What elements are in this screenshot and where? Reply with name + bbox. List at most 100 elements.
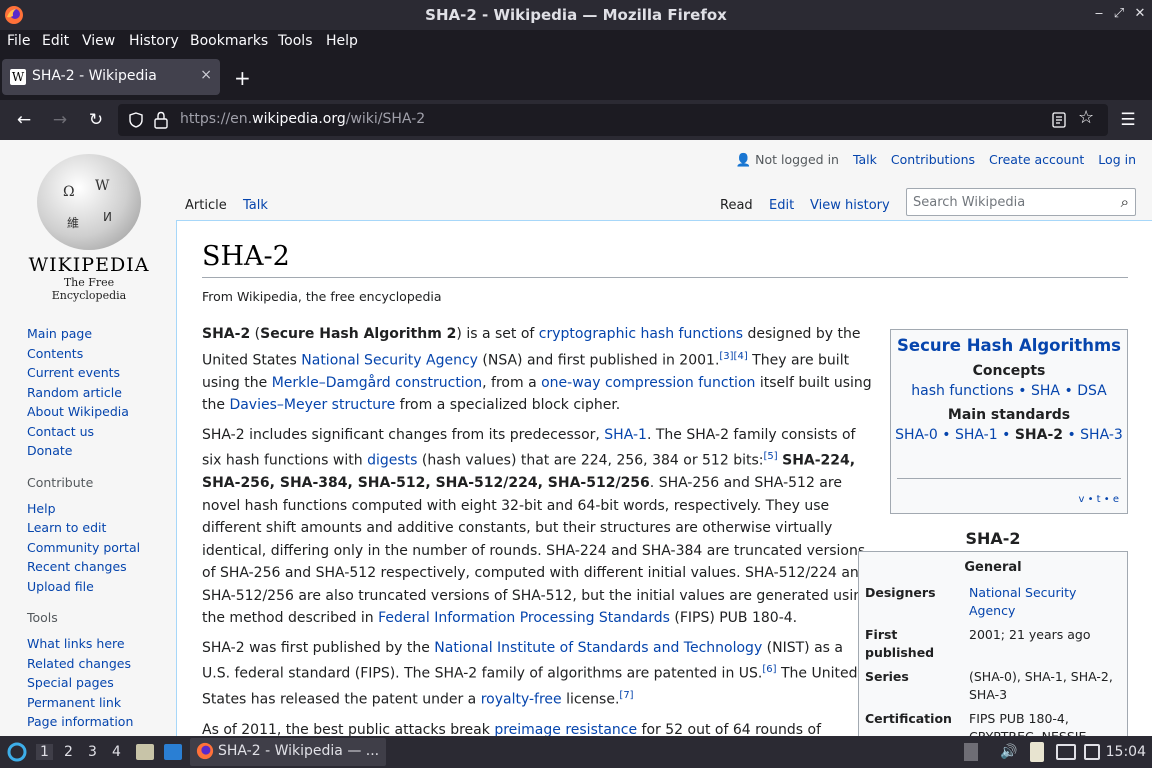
navbox-standards-heading: Main standards	[947, 407, 1071, 423]
tab-edit[interactable]: Edit	[769, 198, 794, 213]
workspace-3[interactable]: 3	[88, 744, 97, 760]
start-menu-icon[interactable]	[6, 742, 28, 762]
wikipedia-globe-icon: Ω W 維 И	[37, 154, 141, 250]
bookmark-star-icon[interactable]: ☆	[1078, 107, 1094, 128]
app-menu-icon[interactable]: ☰	[1116, 108, 1140, 132]
search-icon[interactable]: ⌕	[1121, 193, 1129, 211]
clock[interactable]: 15:04	[1106, 744, 1146, 760]
sidebar-item-contents[interactable]: Contents	[27, 346, 140, 366]
sidebar-item-current-events[interactable]: Current events	[27, 365, 140, 385]
tab-read[interactable]: Read	[720, 198, 753, 213]
navbox-link-sha0[interactable]: SHA-0	[895, 427, 938, 443]
maximize-button[interactable]: ⤢	[1110, 5, 1128, 23]
navbox-link-hash-functions[interactable]: hash functions	[911, 383, 1014, 399]
workspace-4[interactable]: 4	[112, 744, 121, 760]
sidebar-item-about[interactable]: About Wikipedia	[27, 404, 140, 424]
close-tab-icon[interactable]: ×	[200, 67, 212, 83]
tab-strip: W SHA-2 - Wikipedia × +	[0, 54, 1152, 100]
menu-help[interactable]: Help	[326, 33, 358, 49]
create-account-link[interactable]: Create account	[989, 152, 1084, 167]
sidebar-item-permanent-link[interactable]: Permanent link	[27, 695, 140, 715]
network-icon[interactable]	[1056, 744, 1076, 760]
minimize-button[interactable]: ‒	[1090, 5, 1108, 23]
navbox-link-sha3[interactable]: SHA-3	[1080, 427, 1123, 443]
search-input[interactable]: Search Wikipedia ⌕	[906, 188, 1136, 216]
window-titlebar: SHA-2 - Wikipedia — Mozilla Firefox ‒ ⤢ …	[0, 0, 1152, 30]
sidebar-heading-tools: Tools	[27, 610, 58, 625]
sidebar-item-main-page[interactable]: Main page	[27, 326, 140, 346]
wikipedia-favicon-icon: W	[10, 69, 26, 85]
close-window-button[interactable]: ✕	[1131, 5, 1149, 23]
menu-view[interactable]: View	[82, 33, 115, 49]
sidebar-item-related-changes[interactable]: Related changes	[27, 656, 140, 676]
infobox-section-general: General	[964, 560, 1022, 575]
sidebar-heading-contribute: Contribute	[27, 474, 94, 490]
sha-navbox: Secure Hash Algorithms Concepts hash fun…	[890, 329, 1128, 514]
tab-article[interactable]: Article	[185, 198, 227, 213]
user-icon: 👤	[735, 152, 752, 167]
volume-icon[interactable]: 🔊	[1000, 744, 1017, 760]
url-text[interactable]: https://en.wikipedia.org/wiki/SHA-2	[180, 111, 425, 127]
sidebar: Main page Contents Current events Random…	[27, 326, 140, 734]
web-page: Ω W 維 И WIKIPEDIA The Free Encyclopedia …	[0, 140, 1152, 736]
login-link[interactable]: Log in	[1098, 152, 1136, 167]
navbox-link-sha1[interactable]: SHA-1	[955, 427, 998, 443]
navbox-link-sha[interactable]: SHA	[1031, 383, 1060, 399]
user-talk-link[interactable]: Talk	[853, 152, 877, 167]
search-placeholder: Search Wikipedia	[913, 195, 1026, 210]
reader-view-icon[interactable]	[1052, 112, 1066, 128]
paragraph-attacks: As of 2011, the best public attacks brea…	[202, 721, 821, 736]
user-navigation: 👤 Not logged in Talk Contributions Creat…	[726, 152, 1136, 168]
forward-button[interactable]: →	[48, 108, 72, 132]
wikipedia-wordmark: WIKIPEDIA	[28, 254, 150, 276]
sidebar-item-page-information[interactable]: Page information	[27, 714, 140, 734]
sidebar-item-help[interactable]: Help	[27, 501, 140, 521]
navbox-title[interactable]: Secure Hash Algorithms	[891, 337, 1127, 355]
shield-icon[interactable]	[128, 112, 144, 128]
navbox-current-sha2: SHA-2	[1014, 427, 1063, 443]
sidebar-item-random-article[interactable]: Random article	[27, 385, 140, 405]
back-button[interactable]: ←	[12, 108, 36, 132]
menu-bar: File Edit View History Bookmarks Tools H…	[0, 30, 1152, 54]
workspace-2[interactable]: 2	[64, 744, 73, 760]
firefox-icon	[196, 742, 214, 760]
infobox-title: SHA-2	[965, 529, 1021, 548]
tab-sha2[interactable]: W SHA-2 - Wikipedia ×	[2, 59, 220, 95]
notifications-icon[interactable]	[1084, 744, 1100, 760]
sidebar-item-upload-file[interactable]: Upload file	[27, 579, 140, 599]
sidebar-item-special-pages[interactable]: Special pages	[27, 675, 140, 695]
navbox-vte-links[interactable]: v • t • e	[1078, 494, 1119, 505]
taskbar-app-label: SHA-2 - Wikipedia — ...	[218, 743, 380, 759]
sidebar-item-what-links-here[interactable]: What links here	[27, 636, 140, 656]
paragraph-intro: SHA-2 (Secure Hash Algorithm 2) is a set…	[202, 326, 872, 414]
navbox-divider	[897, 478, 1121, 479]
menu-edit[interactable]: Edit	[42, 33, 69, 49]
menu-file[interactable]: File	[7, 33, 30, 49]
reload-button[interactable]: ↻	[84, 108, 108, 132]
menu-bookmarks[interactable]: Bookmarks	[190, 33, 268, 49]
contributions-link[interactable]: Contributions	[891, 152, 975, 167]
address-bar[interactable]: https://en.wikipedia.org/wiki/SHA-2 ☆	[118, 104, 1108, 136]
sidebar-item-recent-changes[interactable]: Recent changes	[27, 559, 140, 579]
article-body: SHA-2 (Secure Hash Algorithm 2) is a set…	[202, 323, 874, 736]
sidebar-item-donate[interactable]: Donate	[27, 443, 140, 463]
site-subtitle: From Wikipedia, the free encyclopedia	[202, 289, 442, 304]
tab-view-history[interactable]: View history	[810, 198, 890, 213]
storage-icon[interactable]	[964, 743, 978, 761]
sidebar-item-learn-to-edit[interactable]: Learn to edit	[27, 520, 140, 540]
wikipedia-logo[interactable]: Ω W 維 И WIKIPEDIA The Free Encyclopedia	[26, 154, 152, 302]
sidebar-item-community-portal[interactable]: Community portal	[27, 540, 140, 560]
desktop-icon[interactable]	[164, 744, 182, 760]
sidebar-item-contact[interactable]: Contact us	[27, 424, 140, 444]
navbox-link-dsa[interactable]: DSA	[1077, 383, 1107, 399]
taskbar-app-firefox[interactable]: SHA-2 - Wikipedia — ...	[190, 738, 386, 766]
tab-talk[interactable]: Talk	[243, 198, 268, 213]
workspace-1[interactable]: 1	[36, 744, 53, 760]
menu-tools[interactable]: Tools	[278, 33, 313, 49]
lock-icon[interactable]	[154, 111, 168, 129]
file-manager-icon[interactable]	[136, 744, 154, 760]
menu-history[interactable]: History	[129, 33, 179, 49]
wikipedia-tagline: The Free Encyclopedia	[51, 276, 127, 302]
new-tab-button[interactable]: +	[234, 66, 251, 90]
clipboard-icon[interactable]	[1030, 742, 1044, 762]
